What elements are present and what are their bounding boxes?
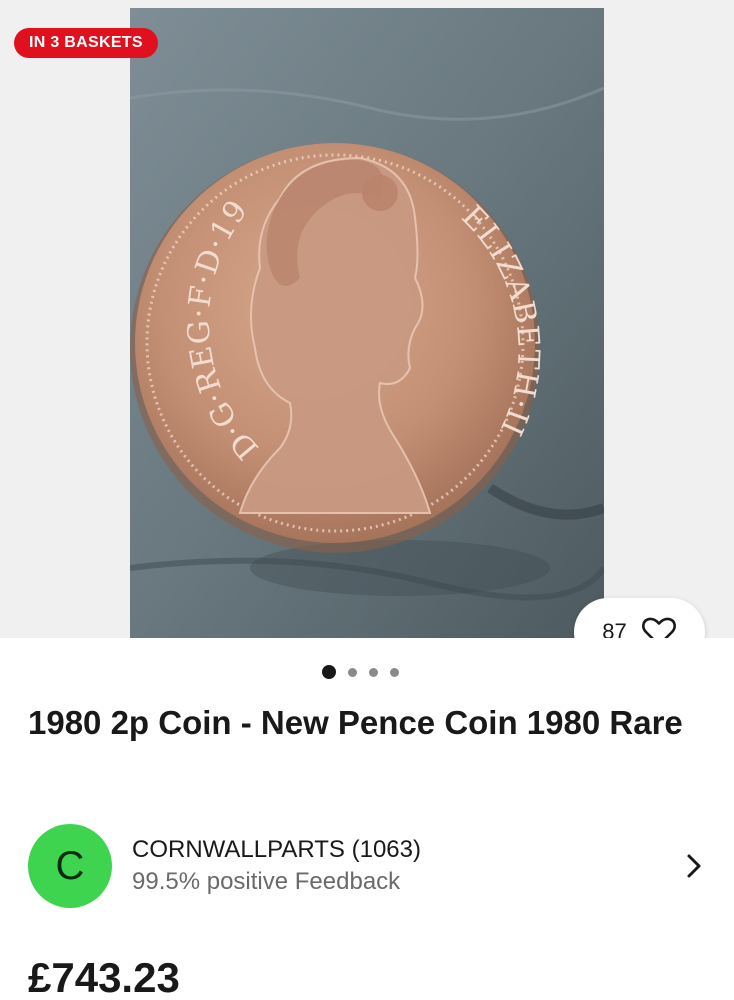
carousel-dot-2[interactable] [348,667,357,677]
seller-row[interactable]: C CORNWALLPARTS (1063) 99.5% positive Fe… [28,824,712,908]
carousel-dot-1[interactable] [322,665,336,679]
coin-photo[interactable]: D·G·REG·F·D·1980 ELIZABETH·II [130,8,604,638]
listing-price: £743.23 [28,954,180,1000]
basket-count-badge: IN 3 BASKETS [14,28,158,58]
watch-button[interactable]: 87 [574,598,705,638]
seller-name: CORNWALLPARTS (1063) [132,836,421,863]
chevron-right-icon[interactable] [684,852,704,880]
seller-avatar: C [28,824,112,908]
watch-count: 87 [602,619,627,638]
heart-outline-icon [641,617,676,638]
carousel-indicator[interactable] [322,665,399,679]
carousel-dot-3[interactable] [369,667,378,677]
seller-info: CORNWALLPARTS (1063) 99.5% positive Feed… [132,834,684,898]
carousel-dot-4[interactable] [390,667,399,677]
listing-title: 1980 2p Coin - New Pence Coin 1980 Rare [28,704,683,741]
listing-page: D·G·REG·F·D·1980 ELIZABETH·II IN 3 BASKE… [0,0,734,1000]
seller-feedback: 99.5% positive Feedback [132,868,401,895]
image-gallery[interactable]: D·G·REG·F·D·1980 ELIZABETH·II IN 3 BASKE… [0,0,734,638]
